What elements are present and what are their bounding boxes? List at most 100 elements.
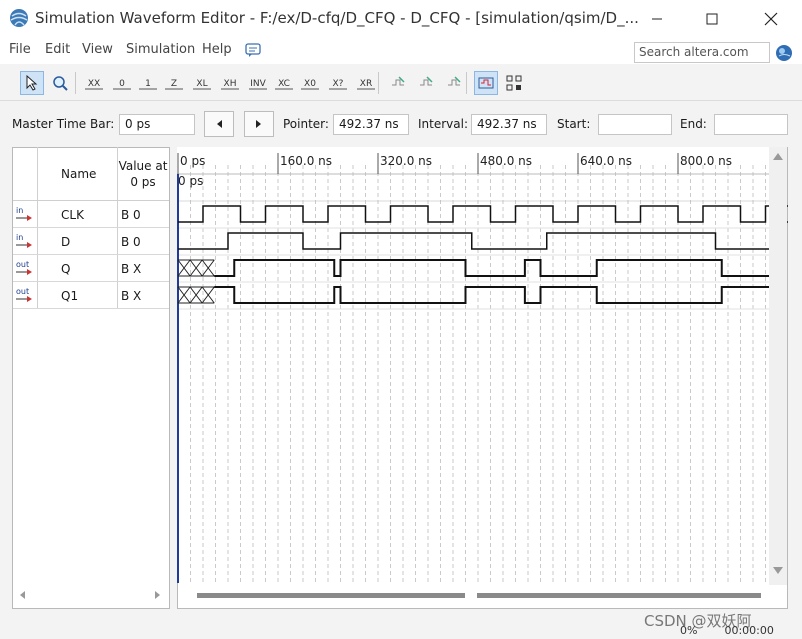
- ruler-label: 480.0 ns: [480, 154, 532, 168]
- clock-value-icon[interactable]: X0: [298, 71, 322, 95]
- svg-text:INV: INV: [250, 79, 266, 89]
- signal-row[interactable]: [13, 255, 169, 282]
- signal-name: D: [61, 235, 71, 249]
- invert-icon[interactable]: INV: [246, 71, 270, 95]
- ruler-label: 640.0 ns: [580, 154, 632, 168]
- svg-text:in: in: [16, 206, 23, 215]
- minimize-button[interactable]: [634, 0, 680, 38]
- signal-row[interactable]: [13, 282, 169, 309]
- svg-text:0: 0: [119, 79, 125, 89]
- unknown-state-hatch: [177, 259, 191, 277]
- signal-value: B 0: [121, 208, 141, 222]
- menu-simulation[interactable]: Simulation: [126, 42, 195, 57]
- forcing-unknown-icon[interactable]: XX: [82, 71, 106, 95]
- grid-icon[interactable]: [414, 71, 438, 95]
- horizontal-scrollbar-thumb[interactable]: [477, 593, 761, 598]
- ruler-label: 800.0 ns: [680, 154, 732, 168]
- weak-low-icon[interactable]: XL: [190, 71, 214, 95]
- menu-help[interactable]: Help: [202, 42, 232, 57]
- left-arrow-icon: [217, 120, 222, 128]
- interval-field[interactable]: 492.37 ns: [471, 114, 547, 135]
- name-scroll-right-icon[interactable]: [154, 589, 162, 603]
- search-globe-icon[interactable]: [775, 44, 793, 62]
- name-column-header[interactable]: Name: [61, 167, 96, 181]
- signal-name: Q: [61, 262, 71, 276]
- ruler-label: 0 ps: [180, 154, 205, 168]
- maximize-button[interactable]: [689, 0, 735, 38]
- weak-high-icon[interactable]: XH: [218, 71, 242, 95]
- selection-tool-icon[interactable]: [20, 71, 44, 95]
- svg-text:out: out: [16, 287, 29, 296]
- forcing-low-icon[interactable]: 0: [110, 71, 134, 95]
- waveform-q[interactable]: [214, 259, 769, 277]
- end-field[interactable]: [714, 114, 788, 135]
- menu-file[interactable]: File: [9, 42, 31, 57]
- master-time-bar-label: Master Time Bar:: [12, 117, 115, 131]
- signal-row[interactable]: [13, 201, 169, 228]
- signal-value: B X: [121, 262, 142, 276]
- waveform-canvas[interactable]: 0 ps 160.0 ns 320.0 ns 480.0 ns 640.0 ns 800.…: [177, 147, 788, 609]
- next-transition-button[interactable]: [244, 111, 274, 137]
- value-column-header[interactable]: Value at: [118, 159, 168, 173]
- unknown-state-hatch: [201, 259, 215, 277]
- menu-edit[interactable]: Edit: [45, 42, 70, 57]
- svg-text:out: out: [16, 260, 29, 269]
- ruler-label: 320.0 ns: [380, 154, 432, 168]
- signal-value: B 0: [121, 235, 141, 249]
- search-input[interactable]: Search altera.com: [634, 42, 770, 63]
- close-button[interactable]: [748, 0, 794, 38]
- start-field[interactable]: [598, 114, 672, 135]
- feedback-icon[interactable]: [245, 43, 261, 61]
- toolbar-separator: [75, 72, 76, 94]
- count-value-icon[interactable]: XC: [272, 71, 296, 95]
- unknown-state-hatch: [189, 259, 203, 277]
- marker-label: 0 ps: [178, 174, 203, 188]
- pointer-label: Pointer:: [283, 117, 329, 131]
- svg-text:XX: XX: [88, 79, 100, 89]
- high-impedance-icon[interactable]: Z: [162, 71, 186, 95]
- progress-percent: 0%: [680, 624, 698, 637]
- svg-text:X?: X?: [333, 79, 344, 89]
- svg-text:Z: Z: [171, 79, 177, 89]
- start-label: Start:: [557, 117, 591, 131]
- compare-icon[interactable]: [502, 71, 526, 95]
- waveform-d[interactable]: [178, 232, 769, 250]
- name-scroll-left-icon[interactable]: [18, 589, 26, 603]
- input-pin-icon: in: [15, 206, 35, 225]
- zoom-tool-icon[interactable]: [48, 71, 72, 95]
- signal-value: B X: [121, 289, 142, 303]
- status-bar: 0% 00:00:00: [680, 624, 774, 637]
- random-value-icon[interactable]: XR: [354, 71, 378, 95]
- signal-row[interactable]: [13, 228, 169, 255]
- forcing-high-icon[interactable]: 1: [136, 71, 160, 95]
- toolbar-separator: [466, 72, 467, 94]
- end-label: End:: [680, 117, 707, 131]
- waveform-clk[interactable]: [178, 205, 788, 223]
- input-pin-icon: in: [15, 233, 35, 252]
- waveform-view-icon[interactable]: [474, 71, 498, 95]
- unknown-state-hatch: [189, 286, 203, 304]
- output-pin-icon: out: [15, 260, 35, 279]
- svg-text:X0: X0: [304, 79, 316, 89]
- vertical-scrollbar[interactable]: [769, 147, 787, 585]
- previous-transition-button[interactable]: [204, 111, 234, 137]
- svg-text:XL: XL: [196, 79, 207, 89]
- value-column-time: 0 ps: [130, 175, 156, 189]
- signal-name: CLK: [61, 208, 84, 222]
- output-pin-icon: out: [15, 287, 35, 306]
- svg-text:XR: XR: [360, 79, 372, 89]
- svg-text:in: in: [16, 233, 23, 242]
- menu-view[interactable]: View: [82, 42, 113, 57]
- pointer-field[interactable]: 492.37 ns: [333, 114, 409, 135]
- horizontal-scrollbar-thumb[interactable]: [197, 593, 465, 598]
- master-time-bar-field[interactable]: 0 ps: [119, 114, 195, 135]
- waveform-q1[interactable]: [214, 286, 769, 304]
- pan-icon[interactable]: [442, 71, 466, 95]
- app-globe-icon: [9, 8, 29, 28]
- window-title: Simulation Waveform Editor - F:/ex/D-cfq…: [35, 9, 639, 27]
- svg-text:XH: XH: [224, 79, 237, 89]
- elapsed-time: 00:00:00: [724, 624, 774, 637]
- arbitrary-value-icon[interactable]: X?: [326, 71, 350, 95]
- snap-to-grid-icon[interactable]: [386, 71, 410, 95]
- svg-text:1: 1: [145, 79, 151, 89]
